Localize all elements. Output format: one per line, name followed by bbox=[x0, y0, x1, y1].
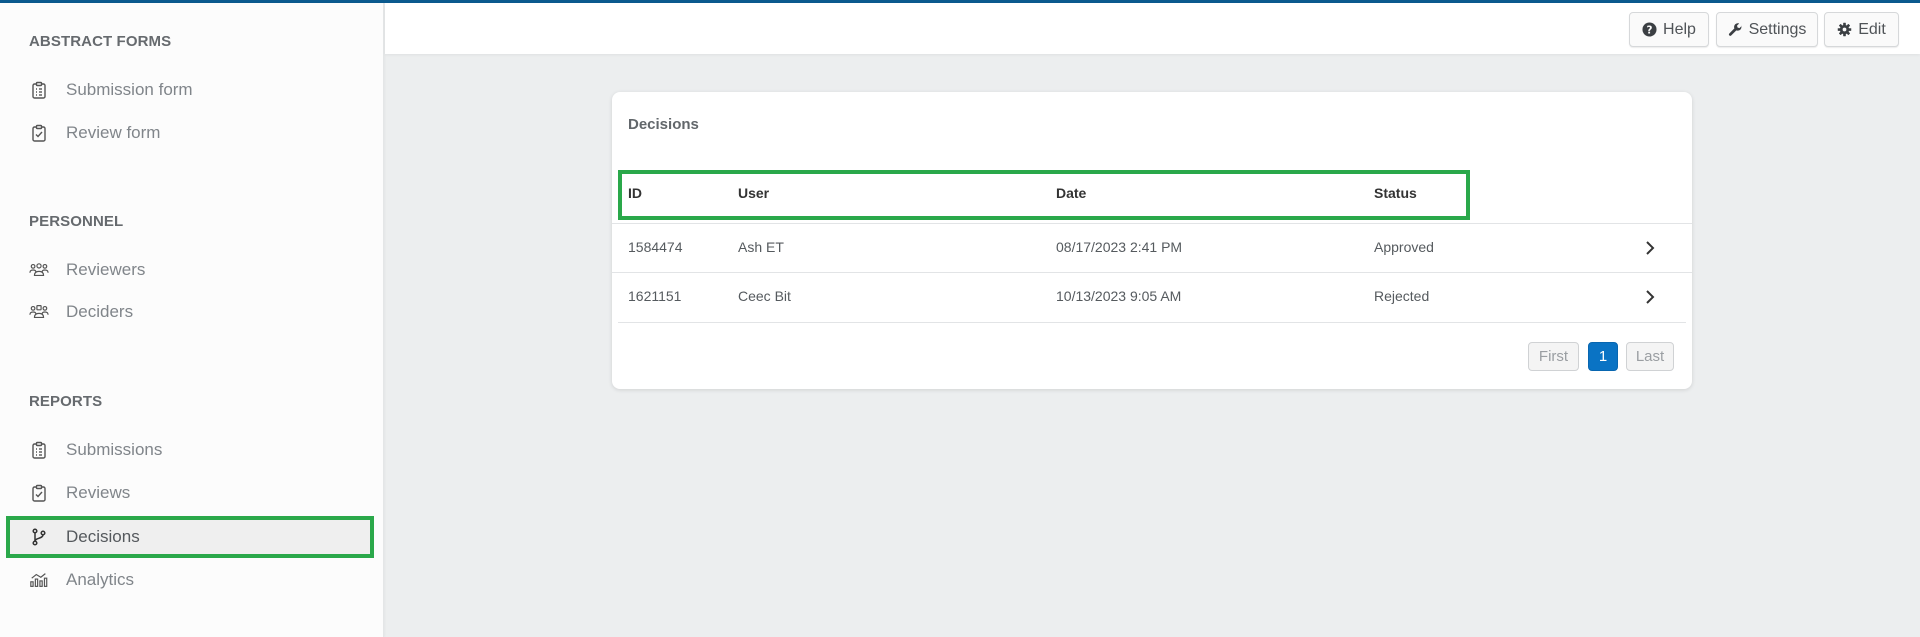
sidebar-item-label: Reviewers bbox=[66, 260, 146, 279]
sidebar-item-deciders[interactable]: Deciders bbox=[6, 291, 374, 333]
sidebar-item-label: Decisions bbox=[66, 527, 140, 546]
clipboard-list-icon bbox=[28, 439, 50, 461]
sidebar-item-label: Submission form bbox=[66, 80, 193, 99]
sidebar-item-label: Review form bbox=[66, 123, 161, 142]
sidebar: ABSTRACT FORMS Submission form Review fo… bbox=[0, 3, 384, 637]
sidebar-item-review-form[interactable]: Review form bbox=[6, 112, 374, 154]
gear-icon bbox=[1837, 22, 1852, 37]
branch-icon bbox=[28, 526, 50, 548]
chevron-right-icon[interactable] bbox=[1642, 239, 1658, 257]
pagination-last-button[interactable]: Last bbox=[1626, 342, 1674, 371]
clipboard-check-icon bbox=[28, 122, 50, 144]
clipboard-check-icon bbox=[28, 482, 50, 504]
cell-date: 10/13/2023 9:05 AM bbox=[1056, 288, 1182, 304]
help-button[interactable]: ? Help bbox=[1629, 12, 1709, 47]
cell-id: 1621151 bbox=[628, 288, 682, 304]
cell-user: Ceec Bit bbox=[738, 288, 791, 304]
sidebar-item-reviewers[interactable]: Reviewers bbox=[6, 249, 374, 291]
table-row[interactable]: 1621151 Ceec Bit 10/13/2023 9:05 AM Reje… bbox=[618, 273, 1686, 321]
sidebar-item-label: Reviews bbox=[66, 483, 131, 502]
column-header-date[interactable]: Date bbox=[1056, 185, 1086, 201]
chevron-right-icon[interactable] bbox=[1642, 288, 1658, 306]
users-gavel-icon bbox=[28, 301, 50, 323]
pagination-page-1[interactable]: 1 bbox=[1588, 342, 1618, 371]
edit-button-label: Edit bbox=[1858, 20, 1886, 38]
sidebar-item-analytics[interactable]: Analytics bbox=[6, 559, 374, 601]
clipboard-list-icon bbox=[28, 79, 50, 101]
sidebar-heading-abstract-forms: ABSTRACT FORMS bbox=[29, 33, 172, 50]
table-row[interactable]: 1584474 Ash ET 08/17/2023 2:41 PM Approv… bbox=[618, 224, 1686, 272]
cell-id: 1584474 bbox=[628, 239, 683, 255]
wrench-icon bbox=[1728, 23, 1742, 36]
card-title: Decisions bbox=[628, 116, 699, 133]
cell-status: Rejected bbox=[1374, 288, 1430, 304]
column-header-user[interactable]: User bbox=[738, 185, 769, 201]
decisions-card: Decisions ID User Date Status 1584474 As… bbox=[612, 92, 1692, 389]
sidebar-item-label: Analytics bbox=[66, 570, 135, 589]
sidebar-item-reviews[interactable]: Reviews bbox=[6, 472, 374, 514]
sidebar-item-label: Submissions bbox=[66, 440, 163, 459]
settings-button-label: Settings bbox=[1748, 20, 1807, 38]
pagination-first-button[interactable]: First bbox=[1528, 342, 1579, 371]
question-circle-icon: ? bbox=[1642, 22, 1657, 37]
svg-text:?: ? bbox=[1647, 24, 1653, 36]
help-button-label: Help bbox=[1663, 20, 1696, 38]
row-divider bbox=[618, 322, 1686, 323]
sidebar-heading-reports: REPORTS bbox=[29, 393, 103, 410]
cell-user: Ash ET bbox=[738, 239, 784, 255]
sidebar-item-submissions[interactable]: Submissions bbox=[6, 429, 374, 471]
top-toolbar: ? Help Settings Edit bbox=[385, 3, 1920, 54]
analytics-chart-icon bbox=[28, 569, 50, 591]
cell-date: 08/17/2023 2:41 PM bbox=[1056, 239, 1183, 255]
cell-status: Approved bbox=[1374, 239, 1434, 255]
sidebar-item-decisions[interactable]: Decisions bbox=[6, 516, 374, 558]
column-header-id[interactable]: ID bbox=[628, 185, 642, 201]
table-header: ID User Date Status bbox=[618, 170, 1470, 220]
sidebar-item-label: Deciders bbox=[66, 302, 134, 321]
edit-button[interactable]: Edit bbox=[1824, 12, 1899, 47]
sidebar-item-submission-form[interactable]: Submission form bbox=[6, 69, 374, 111]
settings-button[interactable]: Settings bbox=[1716, 12, 1818, 47]
sidebar-heading-personnel: PERSONNEL bbox=[29, 213, 124, 230]
column-header-status[interactable]: Status bbox=[1374, 185, 1417, 201]
users-icon bbox=[28, 259, 50, 281]
